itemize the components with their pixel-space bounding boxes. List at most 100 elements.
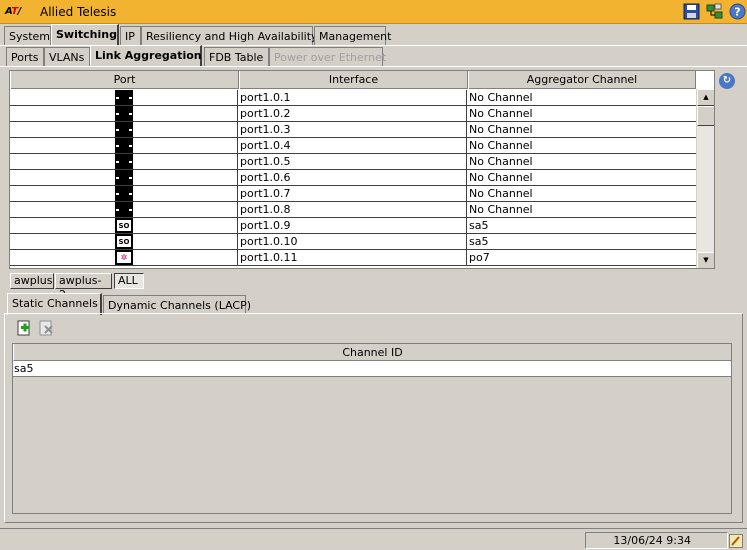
port-cell: SO bbox=[10, 234, 238, 250]
table-row[interactable]: port1.0.6 No Channel bbox=[10, 170, 696, 186]
port-cell bbox=[10, 90, 238, 106]
aggregator-cell: No Channel bbox=[469, 123, 533, 136]
tab-vlans[interactable]: VLANs bbox=[44, 47, 90, 66]
col-port[interactable]: Port bbox=[10, 71, 239, 89]
port-dark-icon bbox=[115, 154, 133, 169]
col-aggregator[interactable]: Aggregator Channel bbox=[468, 71, 696, 89]
table-row[interactable]: port1.0.4 No Channel bbox=[10, 138, 696, 154]
interface-cell: port1.0.2 bbox=[239, 106, 467, 122]
scroll-thumb[interactable] bbox=[697, 106, 714, 126]
port-table-header: Port Interface Aggregator Channel bbox=[10, 71, 696, 89]
port-cell: SO bbox=[10, 218, 238, 234]
svg-text:?: ? bbox=[734, 6, 740, 19]
tab-resiliency[interactable]: Resiliency and High Availability bbox=[141, 26, 318, 45]
port-static-icon: SO bbox=[115, 234, 133, 249]
port-dark-icon bbox=[115, 122, 133, 137]
interface-cell: port1.0.7 bbox=[239, 186, 467, 202]
tab-switching[interactable]: Switching bbox=[51, 24, 119, 46]
interface-cell: port1.0.9 bbox=[239, 218, 467, 234]
aggregator-cell: No Channel bbox=[469, 139, 533, 152]
subtab-divider bbox=[0, 66, 747, 67]
aggregator-cell: sa5 bbox=[469, 235, 489, 248]
tab-static-channels[interactable]: Static Channels bbox=[7, 293, 102, 315]
interface-cell: port1.0.10 bbox=[239, 234, 467, 250]
port-cell bbox=[10, 170, 238, 186]
help-icon[interactable]: ? bbox=[729, 3, 746, 20]
info-icon[interactable]: ↻ bbox=[719, 73, 735, 89]
edit-icon[interactable] bbox=[729, 534, 743, 548]
aggregator-cell: No Channel bbox=[469, 203, 533, 216]
port-dark-icon bbox=[115, 138, 133, 153]
network-icon[interactable] bbox=[706, 3, 723, 20]
port-table: Port Interface Aggregator Channel port1.… bbox=[9, 70, 715, 269]
port-cell bbox=[10, 106, 238, 122]
aggregator-cell: No Channel bbox=[469, 187, 533, 200]
channel-table: Channel ID sa5 bbox=[12, 343, 732, 514]
port-cell bbox=[10, 186, 238, 202]
port-cell: ✲ bbox=[10, 250, 238, 266]
app-title: Allied Telesis bbox=[40, 5, 117, 19]
tab-system[interactable]: System bbox=[4, 26, 51, 45]
group-awplus-button[interactable]: awplus bbox=[10, 273, 54, 289]
aggregator-cell: po7 bbox=[469, 251, 490, 264]
status-datetime: 13/06/24 9:34 bbox=[585, 532, 728, 549]
scroll-up-button[interactable]: ▲ bbox=[697, 89, 714, 106]
port-cell bbox=[10, 138, 238, 154]
tab-fdb-table[interactable]: FDB Table bbox=[204, 47, 269, 66]
port-dark-icon bbox=[115, 90, 133, 105]
interface-cell: port1.0.8 bbox=[239, 202, 467, 218]
port-icon-label: ✲ bbox=[120, 253, 128, 262]
table-row[interactable]: port1.0.5 No Channel bbox=[10, 154, 696, 170]
col-interface[interactable]: Interface bbox=[239, 71, 468, 89]
table-row[interactable]: port1.0.7 No Channel bbox=[10, 186, 696, 202]
port-dark-icon bbox=[115, 170, 133, 185]
delete-channel-icon bbox=[39, 320, 53, 336]
port-cell bbox=[10, 122, 238, 138]
channel-row[interactable]: sa5 bbox=[13, 361, 731, 377]
table-row[interactable]: port1.0.8 No Channel bbox=[10, 202, 696, 218]
port-static-icon: SO bbox=[115, 218, 133, 233]
aggregator-cell: No Channel bbox=[469, 155, 533, 168]
status-bar: 13/06/24 9:34 bbox=[0, 528, 747, 550]
save-icon[interactable] bbox=[683, 3, 700, 20]
port-icon-label: SO bbox=[118, 222, 130, 230]
aggregator-cell: sa5 bbox=[469, 219, 489, 232]
table-row[interactable]: port1.0.3 No Channel bbox=[10, 122, 696, 138]
aggregator-cell: No Channel bbox=[469, 91, 533, 104]
tab-management[interactable]: Management bbox=[314, 26, 391, 45]
port-table-rows: port1.0.1 No Channel port1.0.2 No Channel po… bbox=[10, 90, 696, 266]
interface-cell: port1.0.11 bbox=[239, 250, 467, 266]
table-row[interactable]: SO port1.0.9 sa5 bbox=[10, 218, 696, 234]
interface-cell: port1.0.1 bbox=[239, 90, 467, 106]
port-dark-icon bbox=[115, 186, 133, 201]
tab-ip[interactable]: IP bbox=[120, 26, 141, 45]
port-dark-icon bbox=[115, 202, 133, 217]
allied-telesis-logo: AT/ bbox=[5, 6, 21, 17]
interface-cell: port1.0.5 bbox=[239, 154, 467, 170]
interface-cell: port1.0.3 bbox=[239, 122, 467, 138]
port-cell bbox=[10, 202, 238, 218]
tab-power-over-ethernet: Power over Ethernet bbox=[269, 47, 386, 66]
aggregator-cell: No Channel bbox=[469, 107, 533, 120]
tab-dynamic-channels[interactable]: Dynamic Channels (LACP) bbox=[103, 295, 251, 314]
table-row[interactable]: port1.0.1 No Channel bbox=[10, 90, 696, 106]
table-row[interactable]: SO port1.0.10 sa5 bbox=[10, 234, 696, 250]
port-dynamic-icon: ✲ bbox=[115, 250, 133, 265]
table-row[interactable]: ✲ port1.0.11 po7 bbox=[10, 250, 696, 266]
col-channel-id[interactable]: Channel ID bbox=[13, 344, 731, 361]
group-awplus-2-button[interactable]: awplus-2 bbox=[55, 273, 112, 301]
tab-link-aggregation[interactable]: Link Aggregation bbox=[90, 45, 202, 67]
title-bar: AT/ Allied Telesis ? bbox=[0, 0, 747, 24]
interface-cell: port1.0.4 bbox=[239, 138, 467, 154]
port-table-scrollbar[interactable]: ▲ ▼ bbox=[696, 89, 714, 268]
port-cell bbox=[10, 154, 238, 170]
tab-ports[interactable]: Ports bbox=[6, 47, 44, 66]
scroll-down-button[interactable]: ▼ bbox=[697, 252, 714, 268]
aggregator-cell: No Channel bbox=[469, 171, 533, 184]
interface-cell: port1.0.6 bbox=[239, 170, 467, 186]
group-all-button[interactable]: ALL bbox=[114, 273, 144, 289]
port-icon-label: SO bbox=[118, 238, 130, 246]
table-row[interactable]: port1.0.2 No Channel bbox=[10, 106, 696, 122]
port-dark-icon bbox=[115, 106, 133, 121]
add-channel-icon[interactable] bbox=[16, 320, 32, 336]
